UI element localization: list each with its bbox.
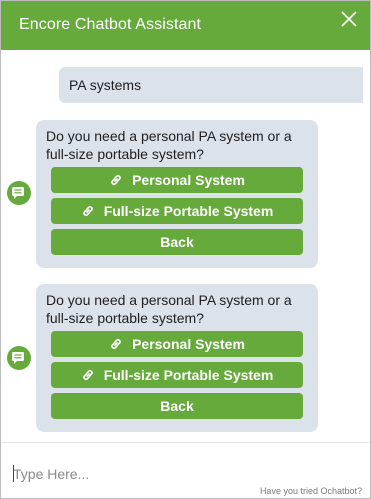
- back-button[interactable]: Back: [51, 393, 303, 419]
- link-icon: [81, 200, 95, 216]
- bot-message-card: Do you need a personal PA system or a fu…: [36, 284, 318, 432]
- full-size-portable-system-button[interactable]: Full-size Portable System: [51, 198, 303, 224]
- link-icon: [109, 333, 123, 349]
- bot-avatar-icon: [7, 346, 31, 370]
- bot-question: Do you need a personal PA system or a fu…: [46, 128, 292, 162]
- link-icon: [81, 364, 95, 380]
- text-cursor: [13, 465, 14, 482]
- chat-header: Encore Chatbot Assistant: [1, 1, 370, 50]
- option-label: Personal System: [132, 336, 245, 352]
- full-size-portable-system-button[interactable]: Full-size Portable System: [51, 362, 303, 388]
- close-icon[interactable]: [340, 10, 358, 28]
- chat-footer: Have you tried Ochatbot?: [1, 442, 370, 498]
- option-label: Back: [160, 234, 194, 250]
- bot-avatar-icon: [7, 181, 31, 205]
- bot-question: Do you need a personal PA system or a fu…: [46, 292, 292, 326]
- message-input[interactable]: [13, 463, 343, 485]
- option-label: Full-size Portable System: [103, 203, 274, 219]
- personal-system-button[interactable]: Personal System: [51, 331, 303, 357]
- chat-title: Encore Chatbot Assistant: [19, 16, 202, 33]
- promo-link[interactable]: Have you tried Ochatbot?: [260, 486, 362, 496]
- message-list[interactable]: PA systems Do you need a personal PA sys…: [1, 50, 370, 442]
- option-label: Personal System: [132, 172, 245, 188]
- back-button[interactable]: Back: [51, 229, 303, 255]
- user-message: PA systems: [59, 67, 363, 103]
- personal-system-button[interactable]: Personal System: [51, 167, 303, 193]
- link-icon: [109, 169, 123, 185]
- bot-message-card: Do you need a personal PA system or a fu…: [36, 120, 318, 268]
- chatbot-window: Encore Chatbot Assistant PA systems Do y…: [0, 0, 371, 499]
- option-label: Full-size Portable System: [103, 367, 274, 383]
- option-label: Back: [160, 398, 194, 414]
